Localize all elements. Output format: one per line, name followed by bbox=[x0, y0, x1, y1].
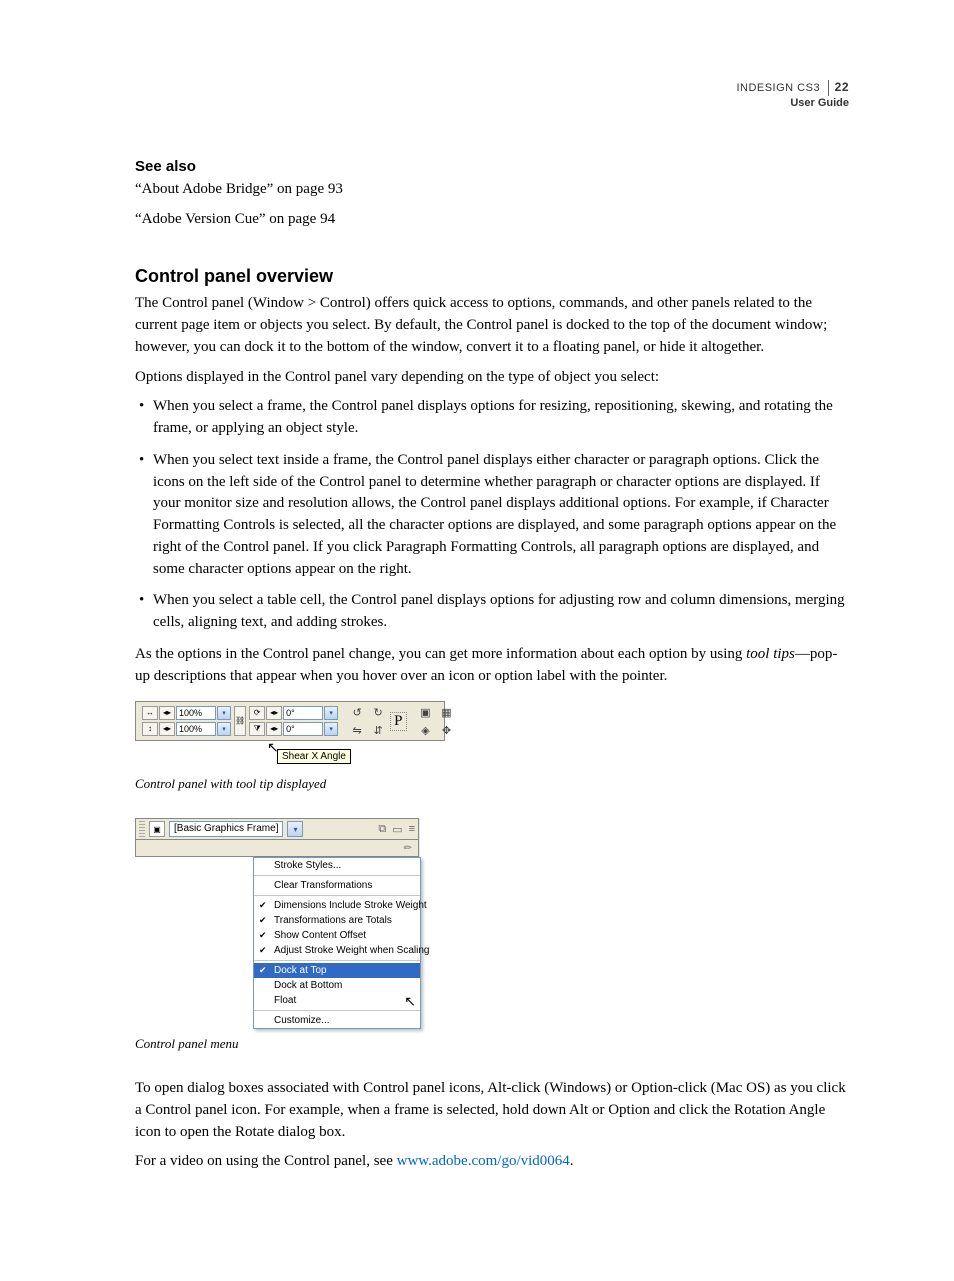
figure-control-panel-menu: ▣ [Basic Graphics Frame] ▾ ⧉ ▭ ≡ ✏ Strok… bbox=[135, 818, 420, 1029]
fit-content-icon[interactable]: ▦ bbox=[438, 704, 456, 720]
cursor-icon: ↖ bbox=[404, 993, 416, 1010]
section-heading: Control panel overview bbox=[135, 266, 849, 287]
new-style-icon[interactable]: ✏ bbox=[404, 843, 412, 854]
control-panel: ↔ ◂▸ 100% ▾ ↕ ◂▸ 100% ▾ ⛓ ⟳ ◂▸ 0° bbox=[135, 701, 445, 741]
object-style-icon[interactable]: ▣ bbox=[149, 821, 165, 837]
panel-icon[interactable]: ▭ bbox=[392, 823, 402, 836]
center-content-icon[interactable]: ✥ bbox=[438, 722, 456, 738]
menu-label: Stroke Styles... bbox=[274, 860, 341, 871]
see-also-ref: “Adobe Version Cue” on page 94 bbox=[135, 209, 849, 231]
check-icon: ✔ bbox=[259, 965, 267, 976]
bullet-item: When you select text inside a frame, the… bbox=[135, 450, 849, 581]
figure-caption: Control panel with tool tip displayed bbox=[135, 775, 849, 794]
link-scale-icon[interactable]: ⛓ bbox=[234, 706, 246, 736]
text-run: . bbox=[570, 1153, 574, 1169]
menu-item[interactable]: Stroke Styles... bbox=[254, 858, 420, 873]
body-paragraph: Options displayed in the Control panel v… bbox=[135, 367, 849, 389]
bullet-item: When you select a frame, the Control pan… bbox=[135, 396, 849, 440]
check-icon: ✔ bbox=[259, 915, 267, 926]
scale-y-field[interactable]: 100% bbox=[176, 722, 216, 736]
menu-label: Dock at Top bbox=[274, 965, 327, 976]
panel-right-controls: ⧉ ▭ ≡ bbox=[378, 823, 415, 836]
menu-item[interactable]: ✔Adjust Stroke Weight when Scaling bbox=[254, 943, 420, 958]
bullet-item: When you select a table cell, the Contro… bbox=[135, 590, 849, 634]
tooltip: Shear X Angle bbox=[277, 749, 351, 764]
dropdown-icon[interactable]: ▾ bbox=[287, 821, 303, 837]
body-paragraph: To open dialog boxes associated with Con… bbox=[135, 1078, 849, 1143]
menu-label: Clear Transformations bbox=[274, 880, 372, 891]
rotation-field[interactable]: 0° bbox=[283, 706, 323, 720]
menu-item[interactable]: ✔Dimensions Include Stroke Weight bbox=[254, 898, 420, 913]
menu-label: Customize... bbox=[274, 1015, 330, 1026]
rotation-icon[interactable]: ⟳ bbox=[249, 706, 265, 720]
body-paragraph: For a video on using the Control panel, … bbox=[135, 1151, 849, 1173]
menu-separator bbox=[254, 895, 420, 896]
menu-label: Float bbox=[274, 995, 296, 1006]
panel-icon[interactable]: ⧉ bbox=[378, 823, 386, 836]
dropdown-icon[interactable]: ▾ bbox=[324, 706, 338, 720]
video-link[interactable]: www.adobe.com/go/vid0064 bbox=[397, 1153, 570, 1169]
dropdown-icon[interactable]: ▾ bbox=[217, 706, 231, 720]
menu-separator bbox=[254, 875, 420, 876]
product-name: INDESIGN CS3 bbox=[736, 82, 820, 94]
stepper-icon[interactable]: ◂▸ bbox=[266, 722, 282, 736]
doc-title: User Guide bbox=[135, 96, 849, 110]
scale-y-icon[interactable]: ↕ bbox=[142, 722, 158, 736]
select-container-icon[interactable]: ▣ bbox=[417, 704, 435, 720]
figure-caption: Control panel menu bbox=[135, 1035, 849, 1054]
menu-item[interactable]: Dock at Bottom bbox=[254, 978, 420, 993]
dropdown-icon[interactable]: ▾ bbox=[217, 722, 231, 736]
menu-label: Dimensions Include Stroke Weight bbox=[274, 900, 427, 911]
object-style-field[interactable]: [Basic Graphics Frame] bbox=[169, 821, 283, 837]
menu-separator bbox=[254, 1010, 420, 1011]
text-run: For a video on using the Control panel, … bbox=[135, 1153, 397, 1169]
stepper-icon[interactable]: ◂▸ bbox=[159, 706, 175, 720]
bullet-list: When you select a frame, the Control pan… bbox=[135, 396, 849, 634]
scale-x-field[interactable]: 100% bbox=[176, 706, 216, 720]
panel-menu-icon[interactable]: ≡ bbox=[409, 823, 415, 836]
stepper-icon[interactable]: ◂▸ bbox=[159, 722, 175, 736]
control-panel-subbar: ✏ bbox=[135, 840, 419, 857]
see-also-heading: See also bbox=[135, 158, 849, 175]
body-paragraph: As the options in the Control panel chan… bbox=[135, 644, 849, 688]
rotate-ccw-icon[interactable]: ↺ bbox=[348, 704, 366, 720]
emphasis: tool tips bbox=[746, 646, 795, 662]
flip-v-icon[interactable]: ⇵ bbox=[369, 722, 387, 738]
page-number: 22 bbox=[828, 80, 849, 96]
check-icon: ✔ bbox=[259, 930, 267, 941]
menu-label: Dock at Bottom bbox=[274, 980, 342, 991]
menu-label: Adjust Stroke Weight when Scaling bbox=[274, 945, 429, 956]
select-content-icon[interactable]: ◈ bbox=[417, 722, 435, 738]
menu-separator bbox=[254, 960, 420, 961]
menu-item-selected[interactable]: ✔ Dock at Top bbox=[254, 963, 420, 978]
paragraph-icon[interactable]: P bbox=[390, 712, 406, 731]
gripper-icon[interactable] bbox=[139, 821, 145, 837]
running-header: INDESIGN CS3 22 User Guide bbox=[135, 80, 849, 110]
stepper-icon[interactable]: ◂▸ bbox=[266, 706, 282, 720]
figure-control-panel-tooltip: ↔ ◂▸ 100% ▾ ↕ ◂▸ 100% ▾ ⛓ ⟳ ◂▸ 0° bbox=[135, 701, 445, 769]
see-also-ref: “About Adobe Bridge” on page 93 bbox=[135, 179, 849, 201]
panel-flyout-menu: Stroke Styles... Clear Transformations ✔… bbox=[253, 857, 421, 1029]
check-icon: ✔ bbox=[259, 945, 267, 956]
shear-field[interactable]: 0° bbox=[283, 722, 323, 736]
page: INDESIGN CS3 22 User Guide See also “Abo… bbox=[0, 0, 954, 1281]
menu-item[interactable]: ✔ Transformations are Totals bbox=[254, 913, 420, 928]
menu-item[interactable]: Float bbox=[254, 993, 420, 1008]
check-icon: ✔ bbox=[259, 900, 267, 911]
text-run: As the options in the Control panel chan… bbox=[135, 646, 746, 662]
menu-item[interactable]: Clear Transformations bbox=[254, 878, 420, 893]
menu-label: Transformations are Totals bbox=[274, 915, 392, 926]
menu-item[interactable]: ✔ Show Content Offset bbox=[254, 928, 420, 943]
shear-icon[interactable]: ⧩ bbox=[249, 722, 265, 736]
control-panel-bar: ▣ [Basic Graphics Frame] ▾ ⧉ ▭ ≡ bbox=[135, 818, 419, 840]
body-paragraph: The Control panel (Window > Control) off… bbox=[135, 293, 849, 358]
menu-item[interactable]: Customize... bbox=[254, 1013, 420, 1028]
scale-x-icon[interactable]: ↔ bbox=[142, 706, 158, 720]
menu-label: Show Content Offset bbox=[274, 930, 366, 941]
flip-h-icon[interactable]: ⇋ bbox=[348, 722, 366, 738]
rotate-cw-icon[interactable]: ↻ bbox=[369, 704, 387, 720]
dropdown-icon[interactable]: ▾ bbox=[324, 722, 338, 736]
